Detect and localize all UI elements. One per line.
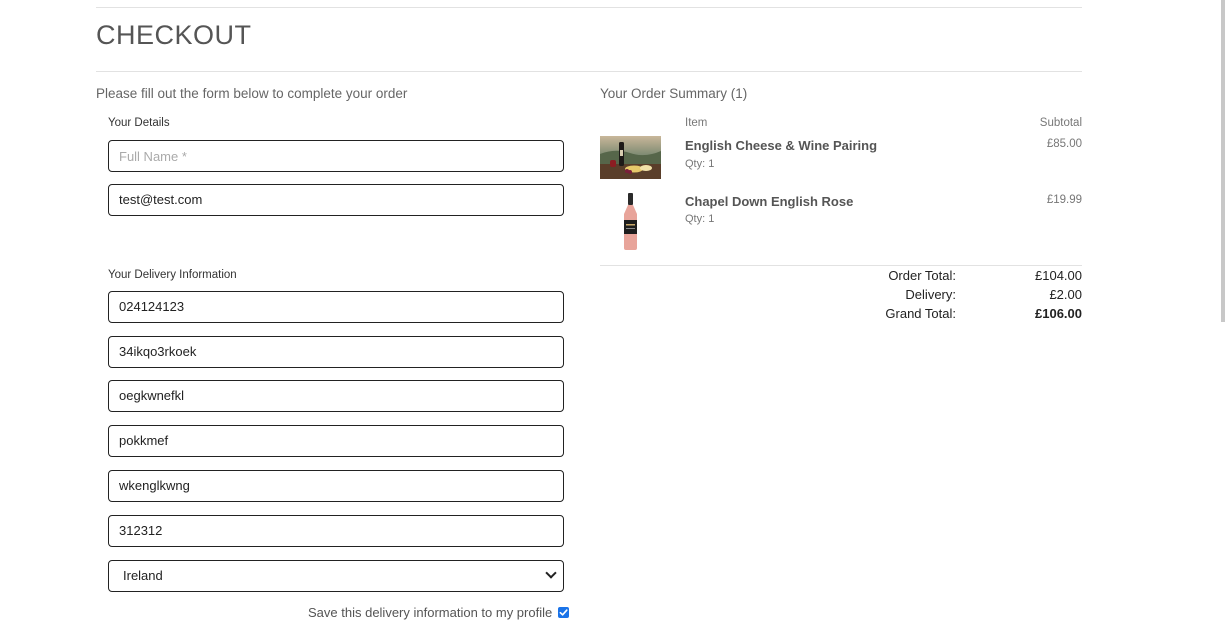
scrollbar[interactable] [1221, 0, 1225, 322]
details-legend: Your Details [108, 117, 170, 129]
town-input[interactable]: pokkmef [108, 425, 564, 457]
cheese-wine-photo [600, 136, 661, 179]
postcode-input[interactable]: 312312 [108, 515, 564, 547]
phone-value: 024124123 [119, 299, 185, 314]
street-address-2-value: oegkwnefkl [119, 388, 185, 403]
item-qty: Qty: 1 [685, 158, 715, 170]
email-input[interactable]: test@test.com [108, 184, 564, 216]
item-name: English Cheese & Wine Pairing [685, 138, 878, 153]
grand-total-label: Grand Total: [885, 306, 956, 321]
grand-total-value: £106.00 [1035, 306, 1082, 321]
item-qty: Qty: 1 [685, 213, 715, 225]
save-info-label: Save this delivery information to my pro… [308, 605, 553, 620]
item-column-header: Item [685, 117, 708, 129]
save-info-row: Save this delivery information to my pro… [308, 605, 570, 620]
email-value: test@test.com [119, 192, 203, 207]
subtotal-column-header: Subtotal [1039, 117, 1082, 129]
checkout-page: CHECKOUT Please fill out the form below … [0, 0, 1225, 637]
save-info-checkbox[interactable] [558, 607, 570, 618]
item-subtotal: £85.00 [1046, 138, 1082, 150]
summary-divider [600, 265, 1082, 266]
order-summary-title: Your Order Summary (1) [600, 86, 748, 101]
town-value: pokkmef [119, 433, 169, 448]
order-total-label: Order Total: [888, 268, 956, 283]
country-selected-value: Ireland [123, 568, 163, 583]
delivery-legend: Your Delivery Information [108, 269, 237, 281]
street-address-2-input[interactable]: oegkwnefkl [108, 380, 564, 412]
county-value: wkenglkwng [119, 478, 190, 493]
item-subtotal: £19.99 [1046, 194, 1082, 206]
delivery-value: £2.00 [1049, 287, 1082, 302]
item-name: Chapel Down English Rose [685, 194, 854, 209]
street-address-1-input[interactable]: 34ikqo3rkoek [108, 336, 564, 368]
rose-bottle-photo [600, 192, 661, 252]
title-divider [96, 71, 1082, 72]
top-divider [96, 7, 1082, 8]
order-total-value: £104.00 [1035, 268, 1082, 283]
county-input[interactable]: wkenglkwng [108, 470, 564, 502]
checkmark-icon [559, 609, 568, 616]
page-title: CHECKOUT [96, 20, 252, 50]
delivery-label: Delivery: [905, 287, 956, 302]
postcode-value: 312312 [119, 523, 163, 538]
country-select[interactable]: Ireland [108, 560, 564, 592]
full-name-input[interactable] [108, 140, 564, 172]
phone-input[interactable]: 024124123 [108, 291, 564, 323]
form-intro: Please fill out the form below to comple… [96, 86, 408, 101]
street-address-1-value: 34ikqo3rkoek [119, 344, 197, 359]
chevron-down-icon [545, 567, 557, 579]
